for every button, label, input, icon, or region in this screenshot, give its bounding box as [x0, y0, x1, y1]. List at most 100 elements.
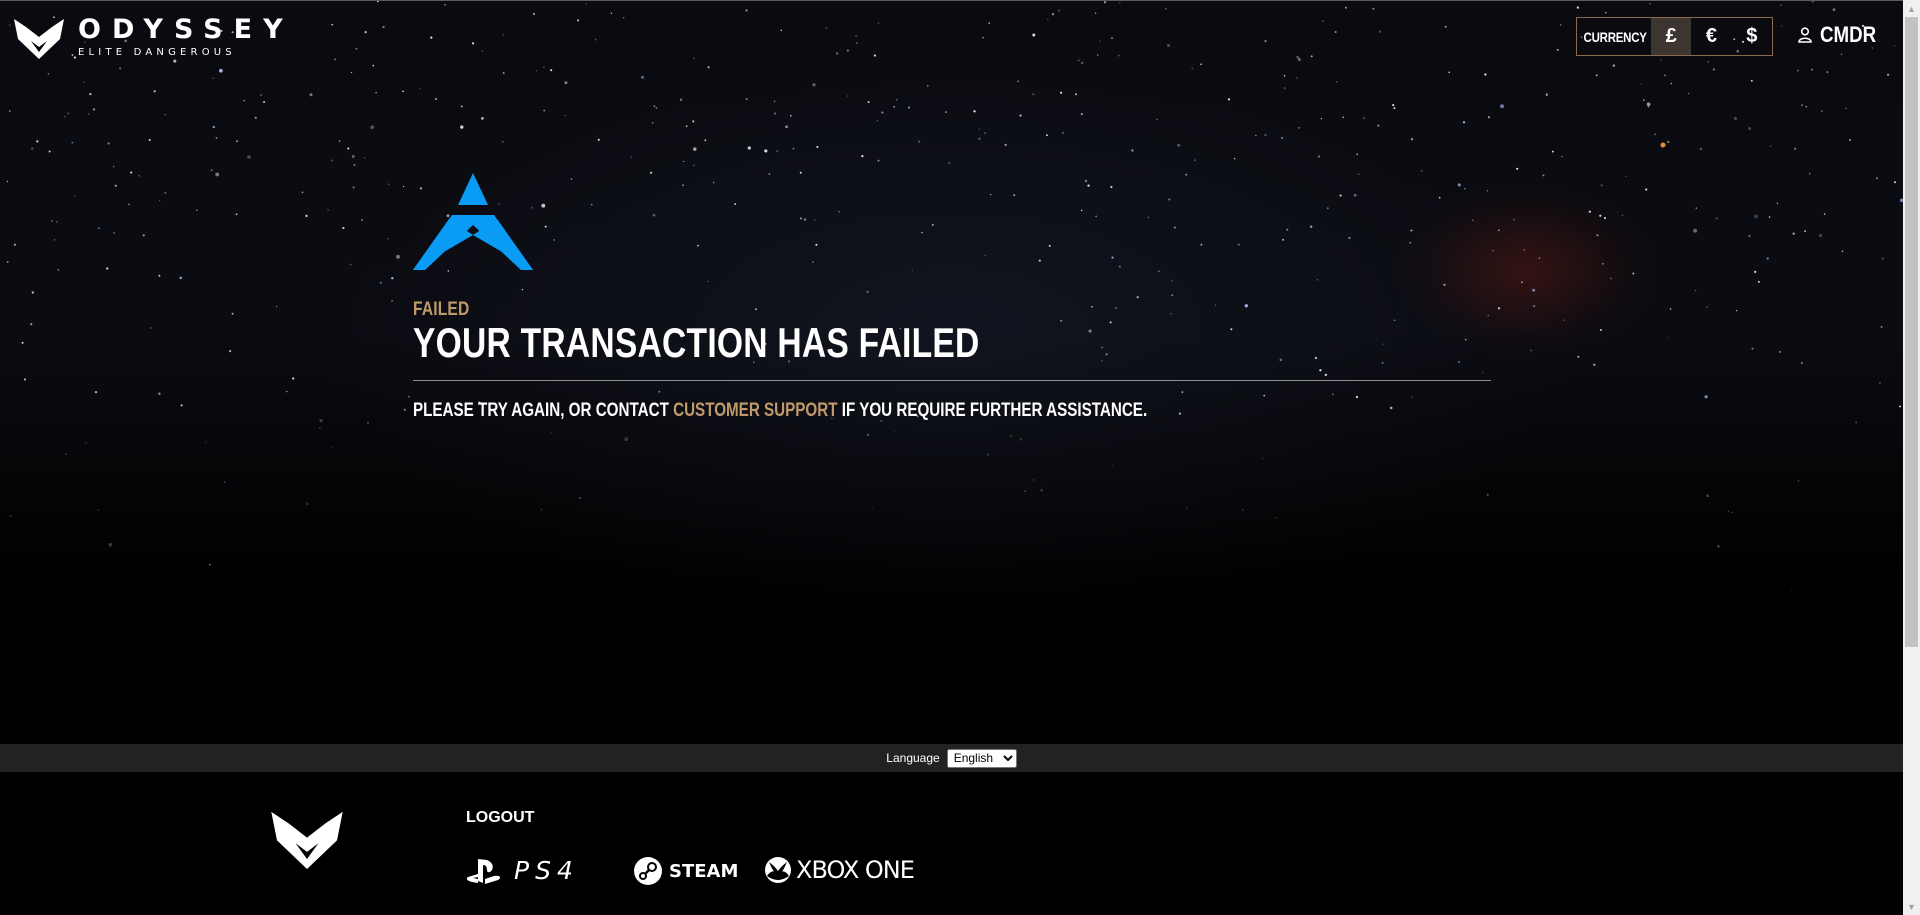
- customer-support-link[interactable]: CUSTOMER SUPPORT: [673, 400, 837, 421]
- star: [1669, 308, 1672, 310]
- currency-gbp-button[interactable]: £: [1651, 18, 1692, 55]
- star: [128, 203, 130, 206]
- currency-usd-button[interactable]: $: [1732, 18, 1772, 55]
- star: [550, 69, 553, 72]
- star: [1595, 74, 1598, 77]
- star: [816, 145, 819, 149]
- elite-emblem-icon: [14, 19, 64, 59]
- star: [1516, 167, 1519, 170]
- message-text-before: PLEASE TRY AGAIN, OR CONTACT: [413, 400, 674, 421]
- star: [1832, 8, 1836, 12]
- star: [372, 64, 375, 67]
- star: [219, 68, 223, 73]
- star: [780, 29, 782, 32]
- page-scrollbar[interactable]: ▲ ▼: [1903, 0, 1920, 915]
- star: [1486, 493, 1489, 496]
- star: [1881, 257, 1884, 260]
- platform-ps4[interactable]: PS4: [466, 856, 579, 885]
- star: [363, 157, 366, 159]
- page: ODYSSEY ELITE DANGEROUS CURRENCY £ € $ C…: [0, 0, 1903, 915]
- star: [785, 125, 788, 129]
- star: [1809, 173, 1811, 175]
- star: [948, 162, 951, 165]
- star: [1320, 118, 1323, 120]
- platform-xbox[interactable]: XBOX ONE: [764, 856, 915, 884]
- elite-emblem-icon[interactable]: [271, 809, 343, 869]
- star: [1264, 133, 1267, 137]
- star: [1563, 319, 1565, 321]
- currency-eur-button[interactable]: €: [1691, 18, 1731, 55]
- star: [1776, 202, 1779, 204]
- star: [1372, 7, 1375, 10]
- star: [1117, 54, 1120, 57]
- star: [1646, 102, 1651, 107]
- scroll-up-arrow-icon[interactable]: ▲: [1903, 0, 1920, 17]
- star: [118, 67, 122, 70]
- star: [1321, 20, 1324, 22]
- star: [825, 27, 828, 30]
- star: [1893, 181, 1897, 184]
- star: [292, 377, 295, 380]
- star: [183, 481, 185, 483]
- star: [1561, 155, 1563, 158]
- star: [349, 263, 352, 266]
- star: [577, 19, 580, 22]
- logout-link[interactable]: LOGOUT: [466, 809, 534, 827]
- platform-steam[interactable]: STEAM: [633, 856, 738, 886]
- star: [113, 166, 115, 168]
- status-label: FAILED: [413, 299, 470, 320]
- star: [53, 239, 56, 241]
- star: [87, 113, 90, 115]
- star: [1255, 134, 1257, 137]
- star: [1444, 25, 1447, 28]
- star: [1734, 117, 1737, 120]
- star: [9, 515, 12, 517]
- star: [212, 125, 215, 129]
- star: [1621, 214, 1624, 217]
- star: [1663, 74, 1666, 77]
- star: [776, 150, 779, 153]
- xbox-icon: [765, 857, 791, 883]
- star: [984, 132, 986, 134]
- scroll-down-arrow-icon[interactable]: ▼: [1903, 898, 1920, 915]
- star: [1051, 13, 1055, 16]
- star: [364, 30, 367, 34]
- account-menu[interactable]: CMDR: [1798, 22, 1886, 48]
- star: [391, 277, 394, 280]
- star: [366, 421, 370, 425]
- star: [1081, 61, 1084, 65]
- star: [1296, 77, 1298, 79]
- star: [1610, 277, 1612, 280]
- star: [379, 281, 382, 284]
- brand-name: ODYSSEY: [78, 14, 294, 45]
- star: [319, 419, 323, 423]
- star: [1497, 307, 1501, 310]
- star: [679, 98, 683, 101]
- platform-label: PS4: [514, 856, 579, 885]
- star: [1800, 361, 1803, 364]
- star: [624, 437, 629, 442]
- star: [502, 72, 505, 74]
- star: [543, 109, 546, 112]
- language-select[interactable]: English: [946, 748, 1017, 768]
- scrollbar-thumb[interactable]: [1905, 17, 1918, 647]
- star: [114, 184, 117, 187]
- star: [1811, 68, 1813, 71]
- account-label: CMDR: [1820, 22, 1877, 47]
- star: [92, 108, 96, 111]
- star: [434, 97, 437, 101]
- star: [1596, 234, 1599, 237]
- star: [1751, 347, 1754, 350]
- star: [1694, 289, 1697, 292]
- star: [391, 299, 393, 302]
- star: [876, 120, 879, 122]
- star: [1078, 59, 1080, 62]
- odyssey-logo[interactable]: ODYSSEY ELITE DANGEROUS: [14, 16, 294, 60]
- star: [1893, 45, 1896, 47]
- star: [1393, 107, 1396, 110]
- star: [331, 23, 334, 26]
- star: [707, 66, 710, 69]
- star: [764, 149, 768, 153]
- star: [402, 90, 404, 93]
- star: [350, 71, 353, 74]
